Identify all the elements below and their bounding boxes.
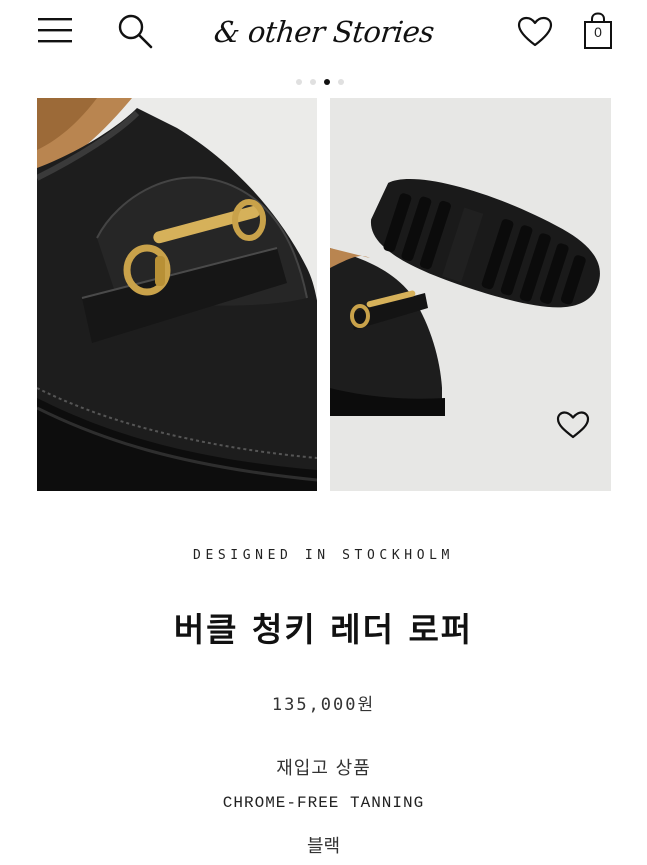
bag-count: 0 (594, 24, 602, 40)
carousel-indicator (296, 79, 344, 85)
carousel-dot-active[interactable] (324, 79, 330, 85)
search-icon (118, 14, 153, 49)
shopping-bag-button[interactable]: 0 (580, 10, 616, 52)
carousel-dot[interactable] (310, 79, 316, 85)
hamburger-menu-icon (38, 18, 72, 43)
carousel-dot[interactable] (338, 79, 344, 85)
product-color: 블랙 (306, 836, 341, 857)
heart-icon (517, 16, 553, 47)
product-feature: CHROME-FREE TANNING (222, 794, 425, 812)
product-image-closeup[interactable] (37, 98, 317, 491)
wishlist-button[interactable] (514, 12, 556, 52)
search-button[interactable] (114, 10, 156, 52)
restock-label: 재입고 상품 (276, 758, 371, 779)
site-header: & other Stories 0 (0, 0, 647, 66)
product-title: 버클 청키 레더 로퍼 (173, 610, 474, 649)
loafer-closeup-illustration (37, 98, 317, 491)
menu-button[interactable] (34, 12, 76, 48)
product-price: 135,000원 (271, 695, 376, 715)
brand-logo[interactable]: & other Stories (212, 8, 435, 56)
carousel-dot[interactable] (296, 79, 302, 85)
product-image-pair[interactable] (330, 98, 611, 491)
loafer-pair-illustration (330, 98, 611, 491)
designed-in-label: DESIGNED IN STOCKHOLM (193, 548, 454, 563)
